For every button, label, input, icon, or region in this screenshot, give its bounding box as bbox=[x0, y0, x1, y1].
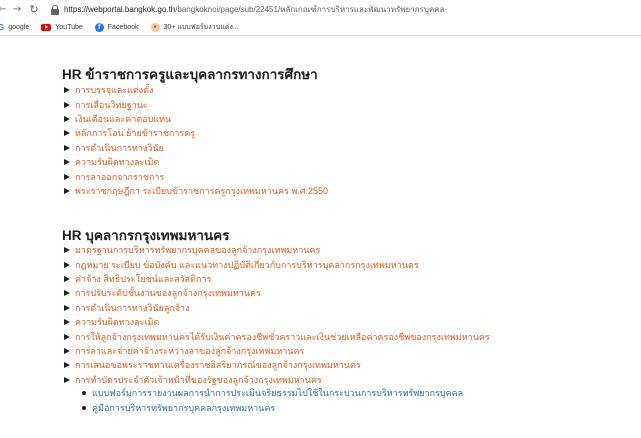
teachers-hr-list: การบรรจุและแต่งตั้ง การเลื่อนวิทยฐานะ เงิน… bbox=[64, 83, 328, 198]
hr-topic-link[interactable]: มาตรฐานการบริหารทรัพยากรบุคคลของลูกจ้างก… bbox=[75, 243, 320, 257]
list-item: การปรับระดับชั้นงานของลูกจ้างกรุงเทพมหาน… bbox=[64, 286, 490, 300]
list-item: การลาออกจากราชการ bbox=[64, 169, 328, 183]
section-title-teachers: HR ข้าราชการครูและบุคลากรทางการศึกษา bbox=[62, 67, 318, 82]
bma-document-list: แบบฟอร์มการรายงานผลการนำการประเมินจริยธร… bbox=[82, 385, 463, 415]
back-arrow-icon[interactable]: ← bbox=[0, 3, 9, 17]
hr-topic-link[interactable]: เงินเดือนและค่าตอบแทน bbox=[75, 112, 171, 126]
play-arrow-icon bbox=[64, 159, 70, 166]
hr-topic-link[interactable]: การให้ลูกจ้างกรุงเทพมหานครได้รับเงินค่าค… bbox=[75, 330, 490, 344]
document-link[interactable]: คู่มือการบริหารทรัพยากรบุคคลกรุงเทพมหานค… bbox=[92, 401, 275, 415]
bma-hr-list: มาตรฐานการบริหารทรัพยากรบุคคลของลูกจ้างก… bbox=[64, 243, 490, 387]
hr-topic-link[interactable]: พระราชกฤษฎีกา ระเบียบข้าราชการครูกรุงเทพ… bbox=[75, 184, 328, 198]
play-arrow-icon bbox=[64, 130, 70, 137]
hr-topic-link[interactable]: ความรับผิดทางละเมิด bbox=[75, 315, 159, 329]
hr-topic-link[interactable]: การดำเนินการทางวินัย bbox=[75, 141, 164, 155]
list-item: การเสนอขอพระราชทานเครื่องราชอิสริยาภรณ์ข… bbox=[64, 358, 490, 372]
list-item: ความรับผิดทางละเมิด bbox=[64, 155, 328, 169]
list-item: การให้ลูกจ้างกรุงเทพมหานครได้รับเงินค่าค… bbox=[64, 329, 490, 343]
forward-arrow-icon[interactable]: → bbox=[10, 3, 24, 17]
list-item: การดำเนินการทางวินัยลูกจ้าง bbox=[64, 301, 490, 315]
google-icon: G bbox=[0, 22, 5, 32]
play-arrow-icon bbox=[64, 87, 70, 94]
document-link[interactable]: แบบฟอร์มการรายงานผลการนำการประเมินจริยธร… bbox=[92, 386, 463, 400]
hr-topic-link[interactable]: ค่าจ้าง สิทธิประโยชน์และสวัสดิการ bbox=[75, 272, 211, 286]
bookmark-youtube[interactable]: YouTube bbox=[41, 23, 83, 31]
bookmarks-bar: Ggoogle YouTube f Facebook ● 30+ แบบฟอร์มง… bbox=[0, 19, 641, 36]
play-arrow-icon bbox=[64, 290, 70, 297]
list-item: ค่าจ้าง สิทธิประโยชน์และสวัสดิการ bbox=[64, 272, 490, 286]
hr-topic-link[interactable]: การลาออกจากราชการ bbox=[75, 170, 164, 184]
reload-icon[interactable]: ↻ bbox=[27, 3, 41, 17]
play-arrow-icon bbox=[64, 347, 70, 354]
hr-topic-link[interactable]: กฎหมาย ระเบียบ ข้อบังคับ และแนวทางปฏิบัต… bbox=[75, 258, 419, 272]
hr-topic-link[interactable]: การเลื่อนวิทยฐานะ bbox=[75, 98, 148, 112]
list-item: การลาและจ่ายค่าจ้างระหว่างลาของลูกจ้างกร… bbox=[64, 344, 490, 358]
facebook-icon: f bbox=[94, 22, 104, 32]
list-item: ความรับผิดทางละเมิด bbox=[64, 315, 490, 329]
bookmark-label: Facebook bbox=[107, 23, 139, 31]
lock-icon[interactable] bbox=[51, 4, 59, 15]
hr-topic-link[interactable]: หลักการโอน ย้ายข้าราชการครู bbox=[75, 126, 195, 140]
play-arrow-icon bbox=[64, 144, 70, 151]
play-arrow-icon bbox=[64, 362, 70, 369]
list-item: แบบฟอร์มการรายงานผลการนำการประเมินจริยธร… bbox=[82, 385, 463, 400]
url-host: https://webportal.bangkok.go.th bbox=[64, 5, 176, 14]
url-path: /bangkoknoi/page/sub/22451/หลักเกณฑ์การบ… bbox=[175, 5, 445, 14]
play-arrow-icon bbox=[64, 247, 70, 254]
list-item: คู่มือการบริหารทรัพยากรบุคคลกรุงเทพมหานค… bbox=[82, 400, 463, 415]
list-item: มาตรฐานการบริหารทรัพยากรบุคคลของลูกจ้างก… bbox=[64, 243, 490, 257]
list-item: การเลื่อนวิทยฐานะ bbox=[64, 97, 328, 111]
play-arrow-icon bbox=[64, 173, 70, 180]
play-arrow-icon bbox=[64, 261, 70, 268]
list-item: เงินเดือนและค่าตอบแทน bbox=[64, 112, 328, 126]
list-item: กฎหมาย ระเบียบ ข้อบังคับ และแนวทางปฏิบัต… bbox=[64, 257, 490, 271]
bookmark-label: YouTube bbox=[55, 23, 83, 31]
bullet-icon bbox=[82, 405, 86, 410]
bookmark-label: google bbox=[8, 23, 30, 31]
list-item: หลักการโอน ย้ายข้าราชการครู bbox=[64, 126, 328, 140]
browser-toolbar: ← → ↻ https://webportal.bangkok.go.th/ba… bbox=[0, 0, 641, 19]
play-arrow-icon bbox=[64, 187, 70, 194]
play-arrow-icon bbox=[64, 319, 70, 326]
play-arrow-icon bbox=[64, 333, 70, 340]
address-bar[interactable]: https://webportal.bangkok.go.th/bangkokn… bbox=[64, 3, 445, 16]
play-arrow-icon bbox=[64, 275, 70, 282]
hr-topic-link[interactable]: ความรับผิดทางละเมิด bbox=[75, 155, 159, 169]
hr-topic-link[interactable]: การลาและจ่ายค่าจ้างระหว่างลาของลูกจ้างกร… bbox=[75, 344, 304, 358]
hr-topic-link[interactable]: การปรับระดับชั้นงานของลูกจ้างกรุงเทพมหาน… bbox=[75, 286, 261, 300]
list-item: การบรรจุและแต่งตั้ง bbox=[64, 83, 328, 97]
play-arrow-icon bbox=[64, 376, 70, 383]
play-arrow-icon bbox=[64, 101, 70, 108]
bookmark-facebook[interactable]: f Facebook bbox=[94, 22, 139, 32]
bookmark-label: 30+ แบบฟอร์มงานแต่ง... bbox=[163, 23, 239, 31]
bullet-icon bbox=[82, 390, 86, 395]
bookmark-google[interactable]: Ggoogle bbox=[0, 23, 29, 32]
hr-topic-link[interactable]: การดำเนินการทางวินัยลูกจ้าง bbox=[75, 301, 190, 315]
list-item: พระราชกฤษฎีกา ระเบียบข้าราชการครูกรุงเทพ… bbox=[64, 184, 328, 198]
play-arrow-icon bbox=[64, 304, 70, 311]
bookmark-site-icon: ● bbox=[150, 22, 160, 32]
play-arrow-icon bbox=[64, 115, 70, 122]
hr-topic-link[interactable]: การเสนอขอพระราชทานเครื่องราชอิสริยาภรณ์ข… bbox=[75, 358, 361, 372]
youtube-icon bbox=[41, 23, 52, 31]
hr-topic-link[interactable]: การบรรจุและแต่งตั้ง bbox=[75, 83, 153, 97]
list-item: การดำเนินการทางวินัย bbox=[64, 141, 328, 155]
bookmark-site[interactable]: ● 30+ แบบฟอร์มงานแต่ง... bbox=[150, 22, 239, 33]
